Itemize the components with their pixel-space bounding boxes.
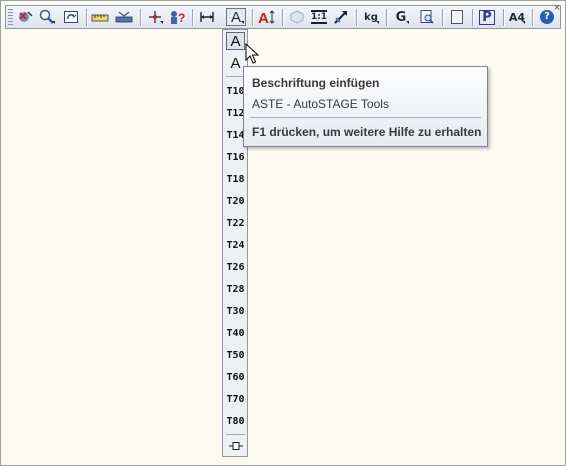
crosshair-button[interactable]: [145, 8, 165, 26]
level-icon: [115, 11, 133, 23]
toolbar-separator: [282, 9, 283, 26]
text-size-item[interactable]: T60: [226, 368, 245, 386]
paper-size-button[interactable]: A4: [507, 8, 527, 26]
main-window: × ? A A 1:1 kg G P A4 ? A A T10 T12 T14 …: [0, 0, 566, 466]
text-style-default[interactable]: A: [226, 32, 245, 50]
query-person-button[interactable]: ?: [167, 8, 187, 26]
text-size-item[interactable]: T28: [226, 280, 245, 298]
pointer-button[interactable]: [331, 8, 351, 26]
rotate-view-button[interactable]: [15, 8, 35, 26]
tooltip: Beschriftung einfügen ASTE - AutoSTAGE T…: [243, 66, 488, 147]
tooltip-title: Beschriftung einfügen: [252, 76, 380, 90]
g-icon: G: [395, 9, 407, 25]
toolbar-separator: [532, 9, 533, 26]
cube-icon: [290, 10, 304, 24]
text-height-button[interactable]: A: [257, 8, 277, 26]
cube-button[interactable]: [287, 8, 307, 26]
toolbar-separator: [86, 9, 87, 26]
scale-icon: 1:1: [310, 10, 328, 24]
text-tool-icon: A: [230, 8, 241, 26]
level-button[interactable]: [114, 8, 134, 26]
toolbar: × ? A A 1:1 kg G P A4 ?: [5, 4, 561, 29]
toolbar-separator: [386, 9, 387, 26]
text-size-item[interactable]: T50: [226, 346, 245, 364]
toolbar-grip[interactable]: [8, 9, 13, 25]
rotate-view-icon: [19, 11, 33, 22]
text-size-item[interactable]: T20: [226, 192, 245, 210]
toolbar-separator: [192, 9, 193, 26]
sheet-icon: [451, 10, 463, 24]
dimension-icon: [200, 12, 214, 22]
svg-text:A: A: [258, 10, 269, 25]
text-size-item[interactable]: T24: [226, 236, 245, 254]
tooltip-description: ASTE - AutoSTAGE Tools: [252, 97, 389, 111]
dimension-button[interactable]: [197, 8, 217, 26]
text-size-item[interactable]: T22: [226, 214, 245, 232]
preview-icon: [420, 10, 434, 24]
text-tool-button[interactable]: A: [226, 8, 246, 26]
redraw-button[interactable]: [61, 8, 81, 26]
preview-button[interactable]: [417, 8, 437, 26]
mouse-cursor-icon: [245, 43, 259, 64]
p-button[interactable]: P: [477, 8, 497, 26]
dock-icon: [228, 442, 243, 450]
text-size-item[interactable]: T16: [226, 148, 245, 166]
pointer-icon: [334, 11, 347, 24]
question-person-icon: ?: [171, 11, 185, 25]
text-size-item[interactable]: T30: [226, 302, 245, 320]
text-height-icon: A: [258, 10, 275, 25]
dropdown-separator: [226, 434, 245, 435]
sheet-button[interactable]: [447, 8, 467, 26]
ruler-button[interactable]: [90, 8, 110, 26]
ruler-icon: [91, 14, 109, 22]
svg-text:?: ?: [178, 11, 185, 25]
p-icon: P: [479, 9, 495, 25]
text-size-item[interactable]: T40: [226, 324, 245, 342]
text-size-item[interactable]: T26: [226, 258, 245, 276]
text-size-item[interactable]: T80: [226, 412, 245, 430]
help-button[interactable]: ?: [537, 8, 557, 26]
text-size-item[interactable]: T70: [226, 390, 245, 408]
scale-button[interactable]: 1:1: [309, 8, 329, 26]
toolbar-separator: [472, 9, 473, 26]
text-size-item[interactable]: T18: [226, 170, 245, 188]
redraw-icon: [64, 11, 78, 23]
help-icon: ?: [540, 10, 554, 24]
toolbar-separator: [442, 9, 443, 26]
weight-button[interactable]: kg: [361, 8, 381, 26]
dock-toolbar-button[interactable]: [226, 437, 245, 455]
toolbar-separator: [356, 9, 357, 26]
toolbar-separator: [252, 9, 253, 26]
zoom-button[interactable]: [37, 8, 57, 26]
tooltip-divider: [250, 117, 481, 118]
g-button[interactable]: G: [391, 8, 411, 26]
toolbar-separator: [503, 9, 504, 26]
tooltip-help-hint: F1 drücken, um weitere Hilfe zu erhalten: [252, 125, 482, 139]
toolbar-separator: [140, 9, 141, 26]
